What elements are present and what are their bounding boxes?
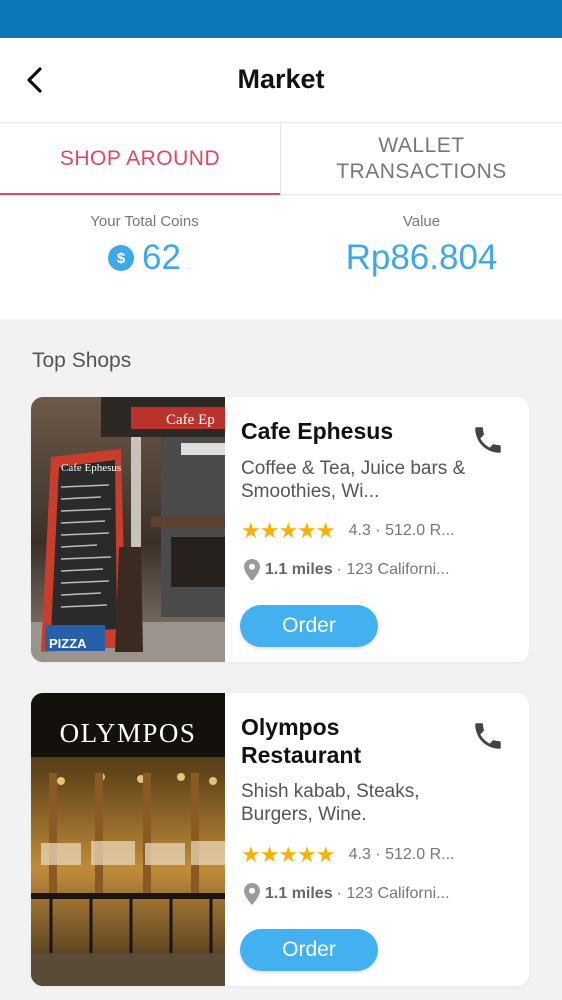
tab-wallet-label: WALLET TRANSACTIONS — [336, 134, 507, 183]
distance-row: 1.1 miles · 123 Californi... — [243, 882, 450, 906]
value-label: Value — [402, 213, 441, 230]
tab-shop-around[interactable]: SHOP AROUND — [0, 123, 281, 196]
total-coins-row: $ 62 — [4, 238, 285, 278]
section-title: Top Shops — [32, 349, 132, 372]
star-rating-icon: ★★★★★ — [241, 518, 336, 543]
address-text: · 123 Californi... — [336, 885, 450, 902]
tab-bar: SHOP AROUND WALLET TRANSACTIONS — [0, 122, 562, 196]
call-button[interactable] — [471, 423, 505, 457]
value-amount: Rp86.804 — [345, 238, 498, 277]
shop-categories: Shish kabab, Steaks, Burgers, Wine. — [241, 781, 420, 825]
rating-row: ★★★★★ 4.3 · 512.0 R... — [241, 842, 454, 868]
board-title-text: Cafe Ephesus — [61, 462, 121, 474]
total-coins: Your Total Coins $ 62 — [4, 213, 285, 278]
shop-categories: Coffee & Tea, Juice bars & Smoothies, Wi… — [241, 458, 466, 502]
total-coins-value: 62 — [142, 238, 181, 277]
shop-image: Cafe Ep Cafe Ephesus PIZZA — [31, 397, 225, 662]
olympos-sign-text: OLYMPOS — [60, 718, 197, 748]
phone-icon — [475, 427, 501, 453]
rating-text: 4.3 · 512.0 R... — [348, 846, 455, 863]
total-coins-label: Your Total Coins — [90, 213, 199, 230]
app-header: Market — [0, 38, 562, 122]
location-pin-icon — [244, 559, 260, 581]
tab-wallet-transactions[interactable]: WALLET TRANSACTIONS — [281, 123, 562, 195]
distance-miles: 1.1 miles — [265, 561, 333, 578]
shop-card[interactable]: Cafe Ep Cafe Ephesus PIZZA Cafe Ephesus — [31, 397, 529, 662]
order-button[interactable]: Order — [240, 605, 378, 647]
phone-icon — [475, 723, 501, 749]
status-bar — [0, 0, 562, 38]
shop-card[interactable]: OLYMPOS Olympos Restaurant Shish kabab, … — [31, 693, 529, 986]
shop-name: Cafe Ephesus — [241, 418, 394, 444]
order-button[interactable]: Order — [240, 929, 378, 971]
rating-row: ★★★★★ 4.3 · 512.0 R... — [241, 518, 454, 544]
distance-miles: 1.1 miles — [265, 885, 333, 902]
rating-text: 4.3 · 512.0 R... — [348, 522, 455, 539]
cafe-sign-text: Cafe Ep — [166, 412, 215, 428]
shop-image: OLYMPOS — [31, 693, 225, 986]
location-pin-icon — [244, 883, 260, 905]
address-text: · 123 Californi... — [336, 561, 450, 578]
coin-icon: $ — [108, 245, 135, 271]
distance-row: 1.1 miles · 123 Californi... — [243, 558, 450, 582]
shop-name: Olympos Restaurant — [241, 714, 362, 768]
page-title: Market — [237, 64, 325, 94]
call-button[interactable] — [471, 719, 505, 753]
pizza-sign-text: PIZZA — [49, 636, 87, 651]
coins-value: Value Rp86.804 — [281, 213, 562, 278]
star-rating-icon: ★★★★★ — [241, 842, 336, 867]
coins-summary: Your Total Coins $ 62 Value Rp86.804 — [0, 195, 562, 319]
